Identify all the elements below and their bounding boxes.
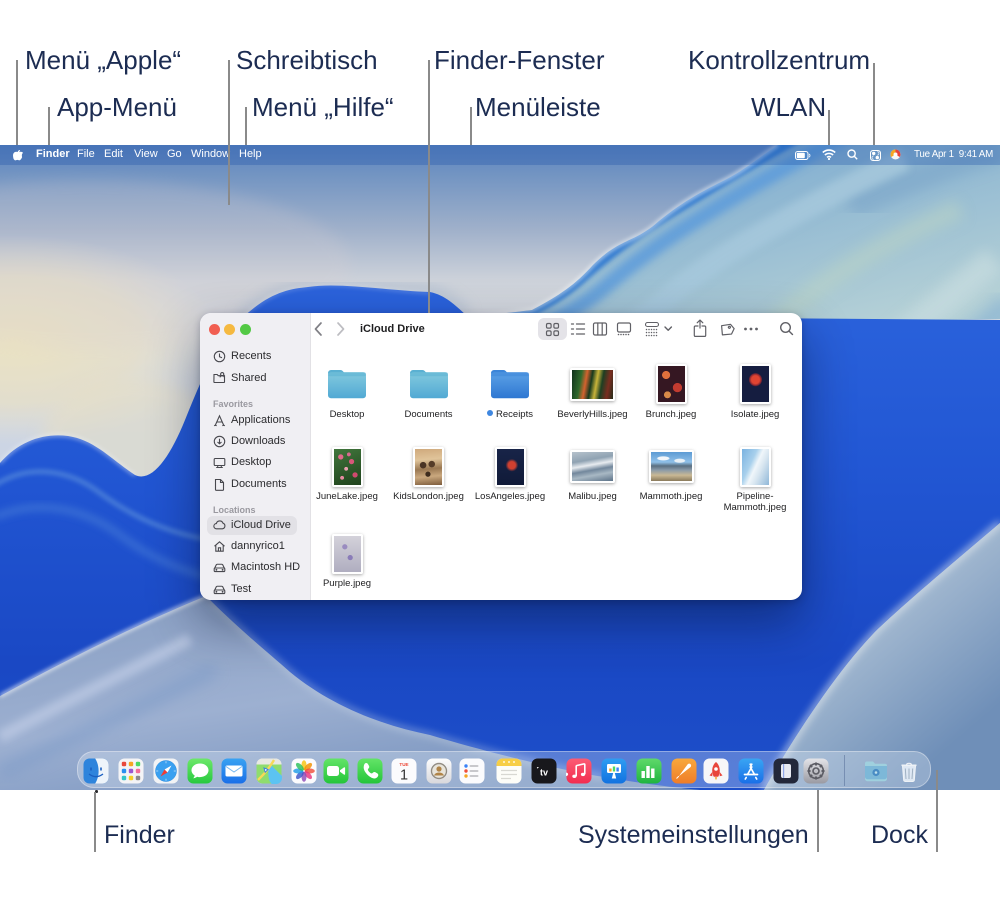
svg-text:TUE: TUE [399, 762, 408, 767]
svg-text:1: 1 [399, 767, 407, 783]
svg-text:tv: tv [539, 767, 547, 777]
